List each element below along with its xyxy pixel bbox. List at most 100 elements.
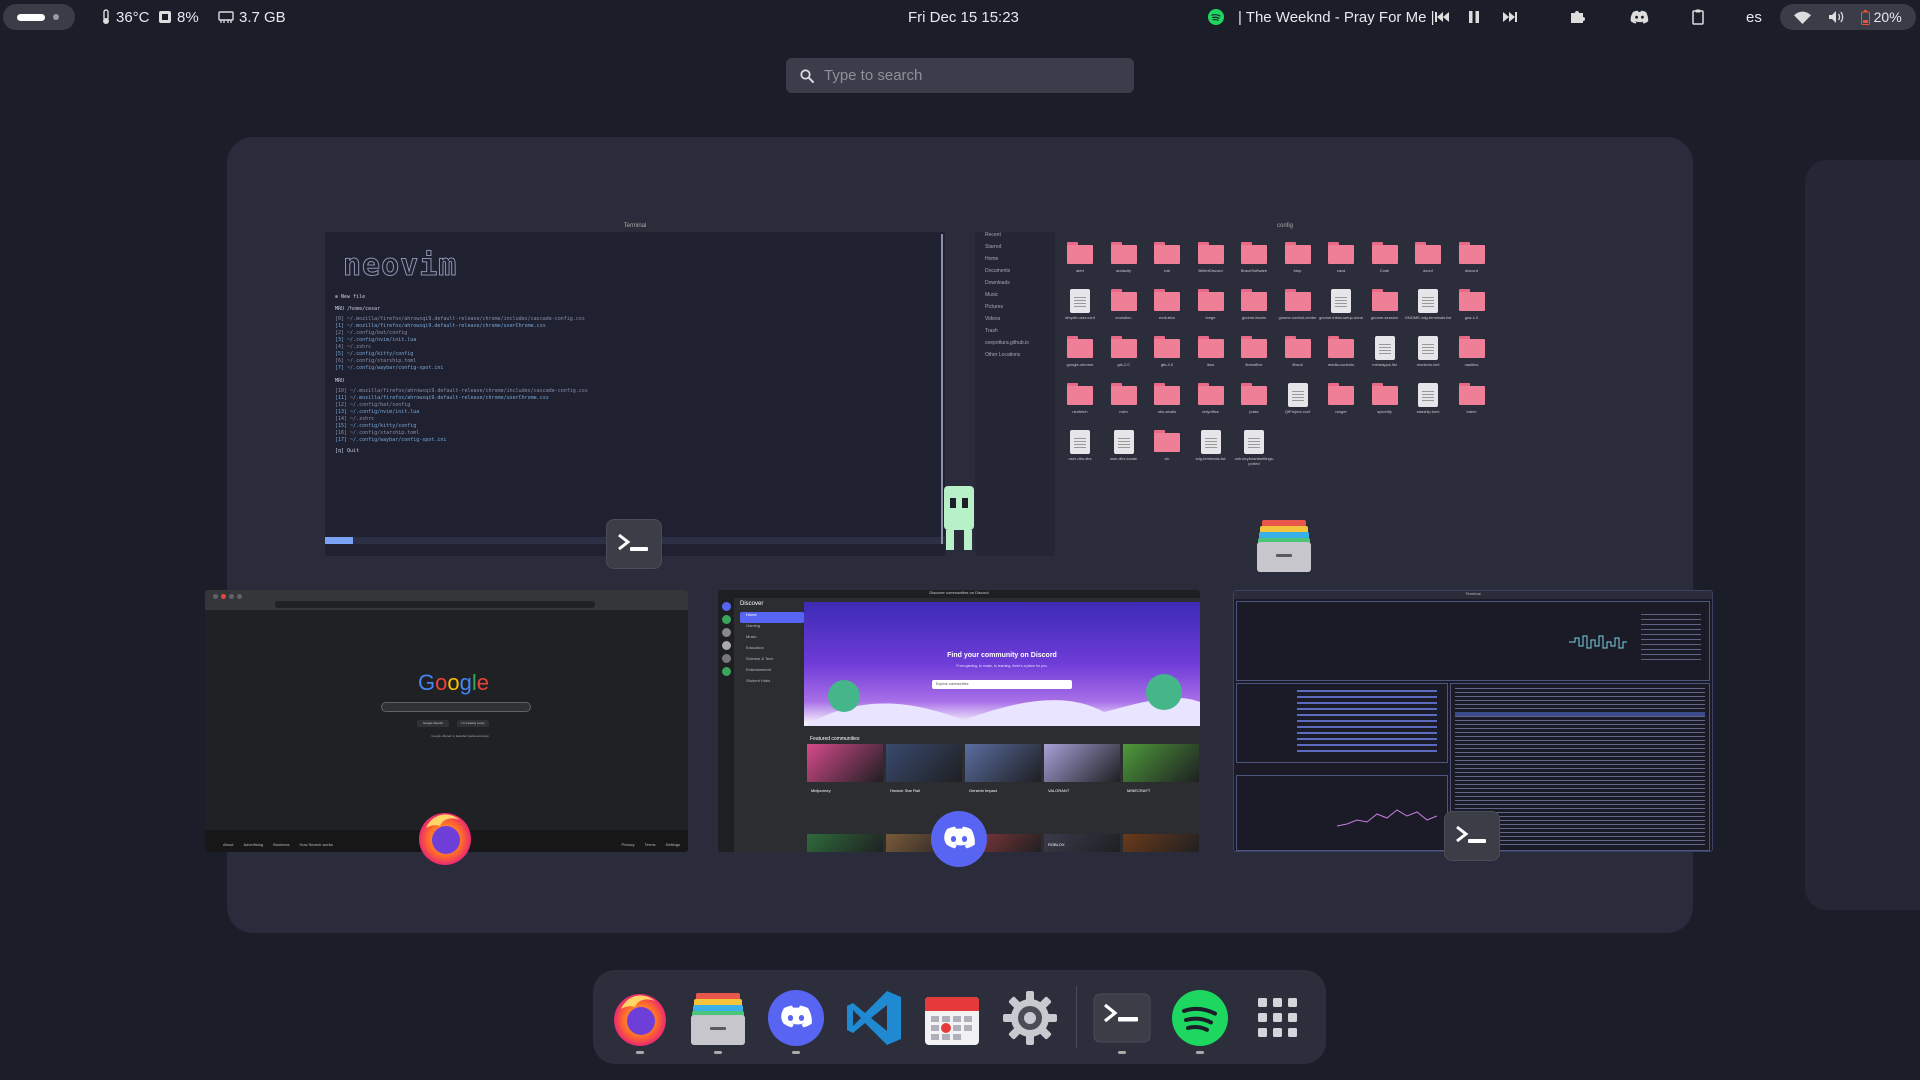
system-menu-button[interactable]: 20%	[1780, 4, 1916, 30]
mru-item[interactable]: [4] ~/.zshrc	[335, 344, 371, 350]
files-sidebar-item[interactable]: Videos	[975, 316, 1055, 328]
mru-item[interactable]: [16] ~/.config/starship.toml	[335, 430, 419, 436]
files-sidebar-item[interactable]: Pictures	[975, 304, 1055, 316]
keyboard-language[interactable]: es	[1746, 0, 1762, 34]
files-sidebar-item[interactable]: Downloads	[975, 280, 1055, 292]
dock-terminal[interactable]	[1092, 988, 1152, 1054]
footer-link[interactable]: Advertising	[243, 842, 263, 847]
pause-button[interactable]	[1468, 0, 1480, 34]
activities-button[interactable]	[3, 4, 75, 30]
footer-link[interactable]: About	[223, 842, 233, 847]
discord-tray-button[interactable]	[1630, 0, 1649, 34]
files-sidebar-item[interactable]: Starred	[975, 244, 1055, 256]
mru-item[interactable]: [13] ~/.config/nvim/init.lua	[335, 409, 419, 415]
community-card[interactable]	[807, 834, 883, 852]
wifi-icon	[1794, 11, 1812, 24]
community-card[interactable]: VALORANT	[1044, 744, 1120, 793]
temperature-indicator[interactable]: 36°C	[100, 0, 150, 34]
memory-indicator[interactable]: 3.7 GB	[218, 0, 286, 34]
discover-nav-item[interactable]: Education	[740, 645, 804, 656]
mru-item[interactable]: [5] ~/.config/kitty/config	[335, 351, 413, 357]
terminal-app-badge[interactable]	[606, 519, 662, 569]
community-card[interactable]: Honkai: Star Rail	[886, 744, 962, 793]
mru-item[interactable]: [17] ~/.config/waybar/config-spot.ini	[335, 437, 446, 443]
discover-nav-item[interactable]: Science & Tech	[740, 656, 804, 667]
google-search-input[interactable]	[381, 702, 531, 712]
battery-value: 20%	[1873, 9, 1902, 25]
mru-item[interactable]: [1] ~/.mozilla/firefox/ahrowxqi9.default…	[335, 323, 546, 329]
dock-calendar[interactable]	[922, 988, 982, 1048]
footer-link[interactable]: Business	[273, 842, 289, 847]
mru-item[interactable]: [6] ~/.config/starship.toml	[335, 358, 416, 364]
feeling-lucky-button[interactable]: I'm Feeling Lucky	[457, 720, 489, 727]
dock-discord[interactable]	[766, 988, 826, 1054]
dock-separator	[1076, 986, 1077, 1048]
dock-files[interactable]	[688, 988, 748, 1054]
community-card[interactable]: Midjourney	[807, 744, 883, 793]
community-card[interactable]: MINECRAFT	[1123, 744, 1199, 793]
mru-item[interactable]: [2] ~/.config/bat/config	[335, 330, 407, 336]
footer-link[interactable]: How Search works	[299, 842, 332, 847]
discover-nav-item[interactable]: Entertainment	[740, 667, 804, 678]
dock-settings[interactable]	[1000, 988, 1060, 1048]
google-search-button[interactable]: Google Search	[417, 720, 449, 727]
mru-item[interactable]: [3] ~/.config/nvim/init.lua	[335, 337, 416, 343]
files-sidebar-item[interactable]: Home	[975, 256, 1055, 268]
mru-item[interactable]: [12] ~/.config/bat/config	[335, 402, 410, 408]
files-sidebar-item[interactable]: Other Locations	[975, 352, 1055, 364]
workspace-preview-next[interactable]	[1805, 160, 1920, 910]
discover-nav: Home Gaming Music Education Science & Tech En…	[734, 612, 804, 683]
clipboard-button[interactable]	[1692, 0, 1704, 34]
dock-firefox[interactable]	[610, 988, 670, 1054]
files-sidebar-item[interactable]: Recent	[975, 232, 1055, 244]
dock-vscode[interactable]	[844, 988, 904, 1048]
next-track-button[interactable]	[1502, 0, 1518, 34]
search-bar[interactable]	[786, 58, 1134, 93]
item-label: onlyoffice	[1202, 409, 1219, 414]
discord-app-badge[interactable]	[930, 811, 988, 867]
community-card[interactable]	[1123, 834, 1199, 852]
previous-track-button[interactable]	[1434, 0, 1450, 34]
dock-app-grid[interactable]	[1248, 988, 1308, 1048]
footer-left-links: About Advertising Business How Search works	[223, 842, 333, 847]
server-icon[interactable]	[721, 602, 731, 611]
files-sidebar-item[interactable]: ceepottura.github.io	[975, 340, 1055, 352]
discover-nav-item[interactable]: Home	[740, 612, 804, 623]
mru-item[interactable]: [11] ~/.mozilla/firefox/ahrowxqi9.defaul…	[335, 395, 549, 401]
extensions-button[interactable]	[1569, 0, 1585, 34]
dock-spotify[interactable]	[1170, 988, 1230, 1054]
footer-link[interactable]: Terms	[645, 842, 656, 847]
files-sidebar-item[interactable]: Trash	[975, 328, 1055, 340]
files-sidebar-item[interactable]: Documents	[975, 268, 1055, 280]
media-player[interactable]: | The Weeknd - Pray For Me |	[1208, 0, 1434, 34]
window-terminal-neovim[interactable]: Terminal neovim ⊕ New file MRU /home/ces…	[325, 220, 945, 556]
search-input[interactable]	[824, 67, 1104, 84]
discover-nav-item[interactable]: Gaming	[740, 623, 804, 634]
server-icon[interactable]	[721, 667, 731, 676]
mru-item[interactable]: [7] ~/.config/waybar/config-spot.ini	[335, 365, 443, 371]
terminal-app-badge-2[interactable]	[1444, 811, 1500, 861]
files-app-badge[interactable]	[1256, 518, 1312, 572]
footer-link[interactable]: Settings	[666, 842, 680, 847]
server-icon[interactable]	[721, 628, 731, 637]
files-sidebar-item[interactable]: Music	[975, 292, 1055, 304]
mru-item[interactable]: [15] ~/.config/kitty/config	[335, 423, 416, 429]
mru-item[interactable]: [14] ~/.zshrc	[335, 416, 374, 422]
mru-item[interactable]: [0] ~/.mozilla/firefox/ahrowxqi9.default…	[335, 316, 585, 322]
cpu-indicator[interactable]: 8%	[158, 0, 199, 34]
server-icon[interactable]	[721, 615, 731, 624]
community-card[interactable]: Genshin Impact	[965, 744, 1041, 793]
server-icon[interactable]	[721, 654, 731, 663]
clock[interactable]: Fri Dec 15 15:23	[908, 0, 1019, 34]
community-card[interactable]: ROBLOX	[1044, 834, 1120, 852]
footer-link[interactable]: Privacy	[622, 842, 635, 847]
mru-item[interactable]: [10] ~/.mozilla/firefox/ahrowxqi9.defaul…	[335, 388, 588, 394]
discover-nav-item[interactable]: Student Hubs	[740, 678, 804, 689]
selected-process[interactable]	[1455, 712, 1705, 716]
address-bar[interactable]	[275, 601, 595, 608]
discover-nav-item[interactable]: Music	[740, 634, 804, 645]
mru-header: MRU /home/cesar	[335, 306, 381, 312]
firefox-app-badge[interactable]	[416, 808, 474, 866]
server-icon[interactable]	[721, 641, 731, 650]
window-files[interactable]: config Recent Starred Home Documents Downloa…	[975, 220, 1595, 556]
